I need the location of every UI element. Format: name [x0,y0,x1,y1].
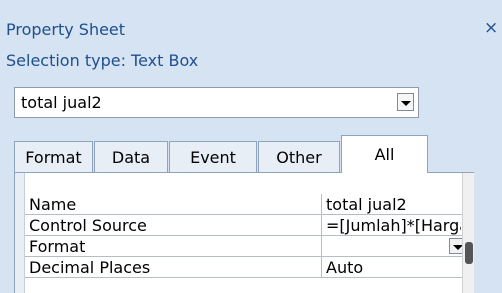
column-divider [321,215,322,235]
column-divider [321,194,322,214]
property-label: Decimal Places [29,258,151,277]
property-label: Name [29,195,77,214]
column-divider [321,257,322,277]
column-divider [321,236,322,256]
scrollbar-thumb[interactable] [465,242,473,264]
property-value[interactable]: Auto [326,258,461,277]
row-selector-gutter [15,173,25,293]
tab-other[interactable]: Other [258,141,340,172]
tab-event[interactable]: Event [169,141,257,172]
property-value[interactable]: total jual2 [326,195,461,214]
property-row-decimal-places[interactable]: Decimal Places Auto [25,257,474,278]
property-row-format[interactable]: Format [25,236,474,257]
object-selector-value: total jual2 [21,93,102,112]
property-grid: Name total jual2 Control Source =[Jumlah… [14,172,474,293]
close-icon[interactable]: × [484,20,498,37]
tab-data[interactable]: Data [94,141,168,172]
vertical-scrollbar[interactable] [462,173,474,293]
property-label: Format [29,237,86,256]
property-value[interactable]: =[Jumlah]*[Harga [326,216,461,235]
selection-type-label: Selection type: Text Box [6,51,199,70]
tab-all[interactable]: All [341,135,428,173]
object-selector-combo[interactable]: total jual2 [14,87,419,118]
chevron-down-icon [401,101,411,106]
property-label: Control Source [29,216,147,235]
tab-format[interactable]: Format [14,141,93,172]
object-selector-dropdown-button[interactable] [397,93,414,111]
panel-title: Property Sheet [6,20,126,39]
property-row-name[interactable]: Name total jual2 [25,194,474,215]
property-row-control-source[interactable]: Control Source =[Jumlah]*[Harga [25,215,474,236]
